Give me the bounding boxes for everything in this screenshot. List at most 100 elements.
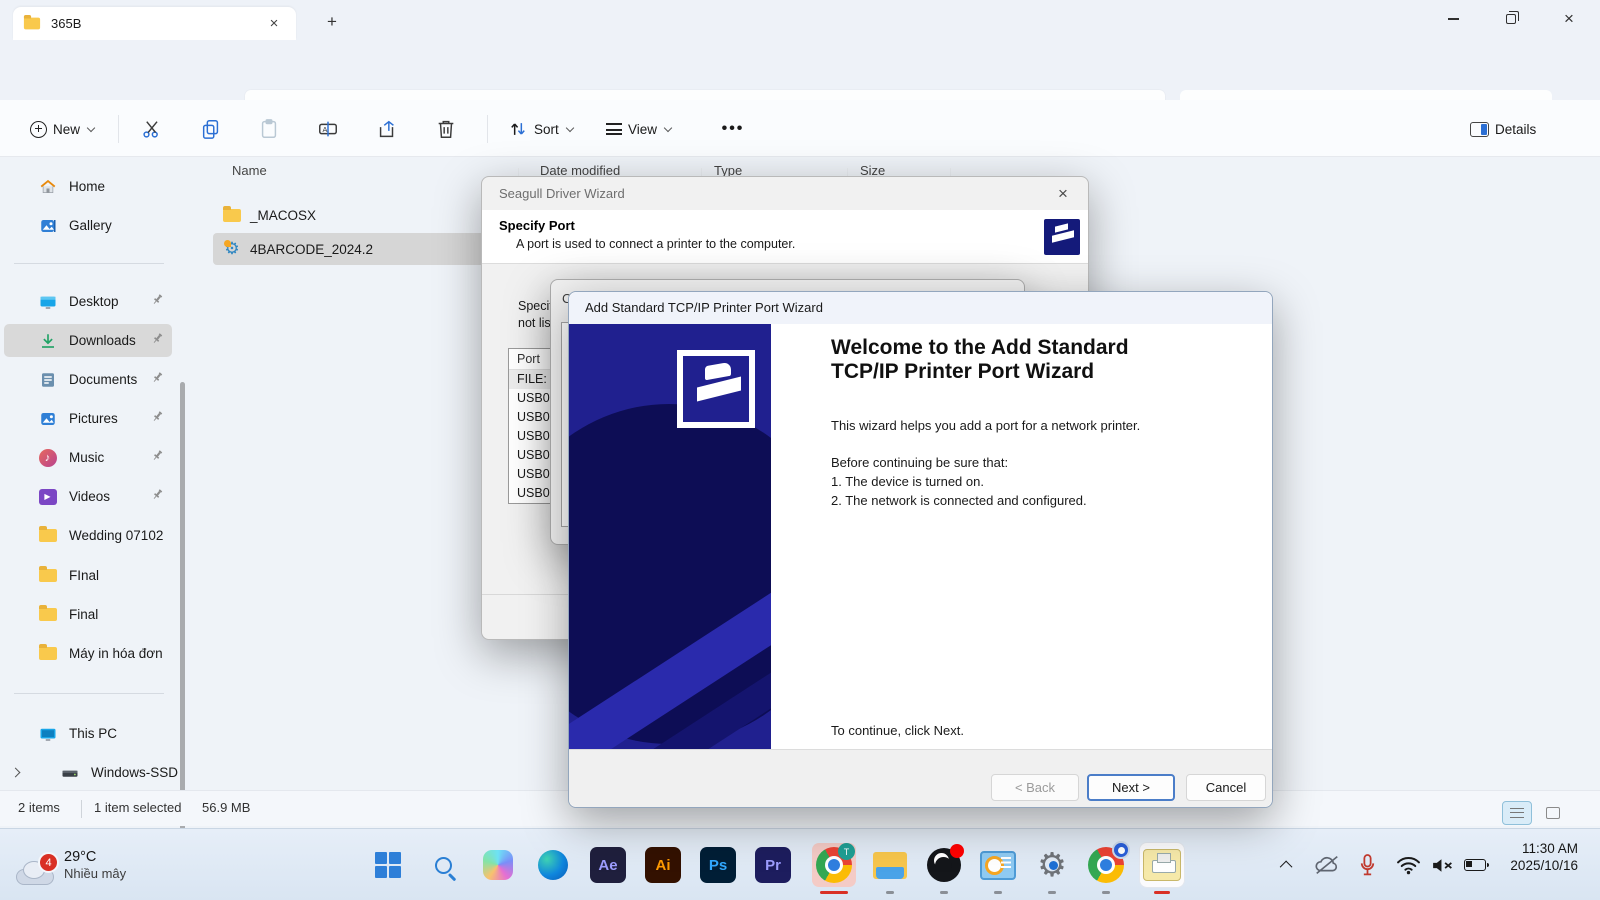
obs-button[interactable]: [922, 843, 966, 887]
navigation-bar: ← → ↑ Downloads 365B: [0, 40, 1600, 100]
gallery-icon: [38, 216, 57, 235]
illustrator-icon: Ai: [645, 847, 681, 883]
delete-button[interactable]: [431, 113, 461, 145]
taskbar-search-button[interactable]: [421, 843, 465, 887]
tray-expand-button[interactable]: [1272, 843, 1302, 887]
column-header-name[interactable]: Name: [232, 163, 267, 191]
microphone-icon: [1360, 854, 1375, 877]
sidebar-item-documents[interactable]: Documents: [4, 363, 172, 396]
details-pane-icon: [1470, 122, 1489, 137]
sort-button[interactable]: Sort: [502, 113, 579, 145]
premiere-icon: Pr: [755, 847, 791, 883]
body-text-fragment: not list: [518, 316, 554, 330]
running-indicator: [1048, 891, 1056, 894]
system-widget-button[interactable]: [976, 843, 1020, 887]
wifi-icon: [1396, 856, 1421, 875]
tcpip-port-wizard-dialog: Add Standard TCP/IP Printer Port Wizard …: [568, 291, 1273, 808]
edge-button[interactable]: [531, 843, 575, 887]
back-button[interactable]: < Back: [991, 774, 1079, 801]
dialog-close-button[interactable]: ×: [1050, 182, 1076, 206]
record-badge: [950, 844, 964, 858]
settings-button[interactable]: ⚙: [1030, 843, 1074, 887]
photoshop-button[interactable]: Ps: [696, 843, 740, 887]
more-icon: •••: [722, 120, 745, 138]
sidebar-item-home[interactable]: Home: [4, 170, 172, 203]
details-view-toggle[interactable]: [1502, 801, 1532, 825]
pin-icon: [151, 449, 164, 467]
sidebar-item-videos[interactable]: ▶ Videos: [4, 480, 172, 513]
weather-desc: Nhiều mây: [64, 866, 126, 881]
chrome-active-button[interactable]: T: [812, 843, 856, 887]
microphone-button[interactable]: [1352, 843, 1382, 887]
explorer-tab[interactable]: 365B ×: [13, 7, 296, 40]
new-tab-button[interactable]: +: [318, 8, 346, 36]
active-indicator: [1154, 891, 1170, 894]
close-button[interactable]: ×: [1546, 0, 1592, 38]
chevron-down-icon: [566, 123, 574, 131]
sidebar-divider: [14, 263, 164, 264]
sidebar-item-gallery[interactable]: Gallery: [4, 209, 172, 242]
view-label: View: [628, 122, 657, 137]
music-icon: ♪: [38, 448, 57, 467]
more-button[interactable]: •••: [716, 113, 750, 145]
sidebar-item-final[interactable]: Final: [4, 598, 172, 631]
share-icon: [376, 118, 398, 140]
printer-stamp-icon: [677, 350, 755, 428]
sidebar-item-windows-ssd[interactable]: Windows-SSD: [4, 756, 172, 789]
sidebar-item-fInal[interactable]: FInal: [4, 559, 172, 592]
volume-muted-button[interactable]: [1426, 843, 1458, 887]
status-divider: [81, 800, 82, 818]
sidebar-item-pictures[interactable]: Pictures: [4, 402, 172, 435]
sidebar-item-may-in-hoa-don[interactable]: Máy in hóa đơn: [4, 637, 172, 670]
clock[interactable]: 11:30 AM 2025/10/16: [1510, 840, 1578, 874]
illustrator-button[interactable]: Ai: [641, 843, 685, 887]
edge-icon: [538, 850, 568, 880]
sidebar-item-downloads[interactable]: Downloads: [4, 324, 172, 357]
restore-button[interactable]: [1488, 0, 1534, 38]
paste-button[interactable]: [254, 113, 284, 145]
sidebar-item-wedding[interactable]: Wedding 07102: [4, 519, 172, 552]
after-effects-button[interactable]: Ae: [586, 843, 630, 887]
sidebar-item-desktop[interactable]: Desktop: [4, 285, 172, 318]
tab-close-icon[interactable]: ×: [262, 12, 286, 36]
start-button[interactable]: [366, 843, 410, 887]
chrome-second-button[interactable]: [1084, 843, 1128, 887]
large-icons-view-toggle[interactable]: [1538, 801, 1568, 825]
folder-icon: [38, 526, 57, 545]
onedrive-paused-button[interactable]: [1310, 843, 1344, 887]
rename-icon: A: [317, 118, 339, 140]
cut-button[interactable]: [137, 113, 167, 145]
battery-button[interactable]: [1458, 843, 1492, 887]
wifi-button[interactable]: [1392, 843, 1424, 887]
wizard-list-item-1: 1. The device is turned on.: [831, 474, 984, 489]
share-button[interactable]: [372, 113, 402, 145]
new-button[interactable]: New: [22, 113, 102, 145]
installer-gear-icon: ⚙: [223, 240, 241, 258]
chevron-collapsed-icon[interactable]: [11, 768, 21, 778]
file-explorer-button[interactable]: [868, 843, 912, 887]
view-button[interactable]: View: [600, 113, 677, 145]
copy-button[interactable]: [196, 113, 226, 145]
details-button[interactable]: Details: [1462, 113, 1550, 145]
folder-icon: [223, 209, 241, 222]
next-button[interactable]: Next >: [1087, 774, 1175, 801]
premiere-button[interactable]: Pr: [751, 843, 795, 887]
minimize-button[interactable]: [1430, 0, 1476, 38]
cloud-weather-icon: 4: [14, 859, 54, 885]
plus-icon: [30, 121, 47, 138]
wizard-continue-hint: To continue, click Next.: [831, 723, 964, 738]
folder-icon: [38, 644, 57, 663]
cancel-button[interactable]: Cancel: [1186, 774, 1266, 801]
dialog-subheading: A port is used to connect a printer to t…: [516, 237, 795, 251]
wizard-heading: Welcome to the Add Standard TCP/IP Print…: [831, 336, 1129, 384]
rename-button[interactable]: A: [313, 113, 343, 145]
weather-widget[interactable]: 4 29°C Nhiều mây: [14, 839, 234, 891]
printer-driver-app-button[interactable]: [1140, 843, 1184, 887]
tab-title: 365B: [51, 16, 262, 31]
sidebar-item-music[interactable]: ♪ Music: [4, 441, 172, 474]
sidebar-item-this-pc[interactable]: This PC: [4, 717, 172, 750]
folder-icon: [38, 566, 57, 585]
copilot-button[interactable]: [476, 843, 520, 887]
time: 11:30 AM: [1510, 840, 1578, 857]
wizard-title-bar[interactable]: Add Standard TCP/IP Printer Port Wizard: [569, 292, 1272, 324]
